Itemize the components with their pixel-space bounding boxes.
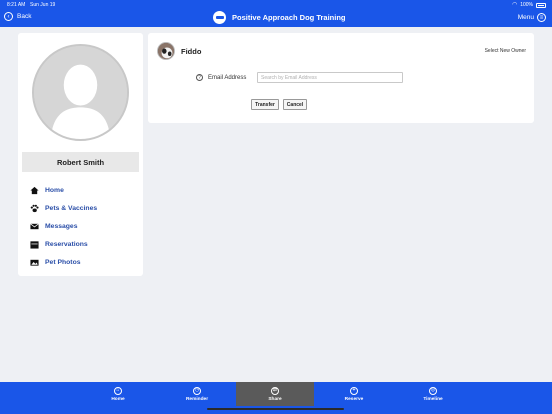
sidebar-item-label: Pets & Vaccines [45, 204, 98, 212]
tab-home[interactable]: ⌂ Home [79, 382, 157, 406]
sidebar-item-pets-vaccines[interactable]: Pets & Vaccines [30, 199, 97, 217]
chevron-left-icon: ‹ [4, 12, 13, 21]
sidebar-item-pet-photos[interactable]: Pet Photos [30, 253, 97, 271]
top-bar: 8:21 AM Sun Jun 19 ◠ 100% ‹ Back Positiv… [0, 0, 552, 27]
profile-menu: Home Pets & Vaccines Messages Reservatio… [30, 181, 97, 271]
status-right: ◠ 100% [512, 2, 546, 8]
email-label: Email Address [208, 74, 247, 81]
sidebar-item-label: Home [45, 186, 64, 194]
tab-share[interactable]: ⇄ Share [236, 382, 314, 406]
sidebar-item-label: Messages [45, 222, 78, 230]
wifi-icon: ◠ [511, 1, 518, 8]
cancel-button[interactable]: Cancel [283, 99, 307, 110]
share-icon: ⇄ [271, 386, 279, 395]
calendar-icon [30, 240, 39, 249]
pet-avatar [157, 42, 175, 60]
sidebar-item-home[interactable]: Home [30, 181, 97, 199]
nav-bar: ‹ Back Positive Approach Dog Training Me… [0, 10, 552, 26]
menu-label: Menu [517, 14, 534, 21]
photo-icon [30, 258, 39, 267]
tab-label: Share [268, 396, 282, 402]
transfer-card: Fiddo Select New Owner ? Email Address T… [148, 33, 534, 123]
sidebar-item-label: Pet Photos [45, 258, 81, 266]
tab-reserve[interactable]: + Reserve [315, 382, 393, 406]
email-search-input[interactable] [257, 72, 403, 83]
timeline-icon: ◎ [429, 386, 437, 395]
battery-icon [536, 2, 546, 8]
profile-card: Robert Smith Home Pets & Vaccines Messag… [18, 33, 143, 276]
pet-name: Fiddo [181, 47, 202, 56]
sidebar-item-label: Reservations [45, 240, 88, 248]
back-button[interactable]: ‹ Back [4, 12, 31, 21]
plus-icon: + [350, 386, 358, 395]
transfer-button[interactable]: Transfer [251, 99, 279, 110]
tab-label: Reminder [185, 396, 209, 402]
avatar [32, 44, 129, 141]
profile-name: Robert Smith [22, 152, 139, 172]
person-silhouette-icon [34, 46, 127, 139]
status-time: 8:21 AM [7, 2, 26, 8]
email-row: ? Email Address [196, 72, 403, 83]
home-icon: ⌂ [114, 386, 122, 395]
info-icon[interactable]: ? [196, 74, 203, 81]
status-bar: 8:21 AM Sun Jun 19 ◠ 100% [0, 0, 552, 9]
back-label: Back [17, 13, 32, 20]
tab-reminder[interactable]: ◷ Reminder [158, 382, 236, 406]
house-icon [30, 186, 39, 195]
tab-label: Home [111, 396, 125, 402]
brand: Positive Approach Dog Training [213, 11, 346, 24]
paw-icon [30, 204, 39, 213]
status-date: Sun Jun 19 [30, 2, 56, 8]
home-indicator [207, 408, 344, 410]
envelope-icon [30, 222, 39, 231]
tab-label: Timeline [423, 396, 443, 402]
select-new-owner-link[interactable]: Select New Owner [485, 48, 526, 54]
sidebar-item-messages[interactable]: Messages [30, 217, 97, 235]
menu-button[interactable]: Menu ≡ [518, 13, 546, 22]
sidebar-item-reservations[interactable]: Reservations [30, 235, 97, 253]
clock-icon: ◷ [193, 386, 201, 395]
page-title: Positive Approach Dog Training [232, 13, 346, 22]
tab-label: Reserve [344, 396, 364, 402]
battery-percent: 100% [520, 2, 533, 8]
hamburger-icon: ≡ [537, 13, 546, 22]
tab-timeline[interactable]: ◎ Timeline [394, 382, 472, 406]
logo [213, 11, 226, 24]
